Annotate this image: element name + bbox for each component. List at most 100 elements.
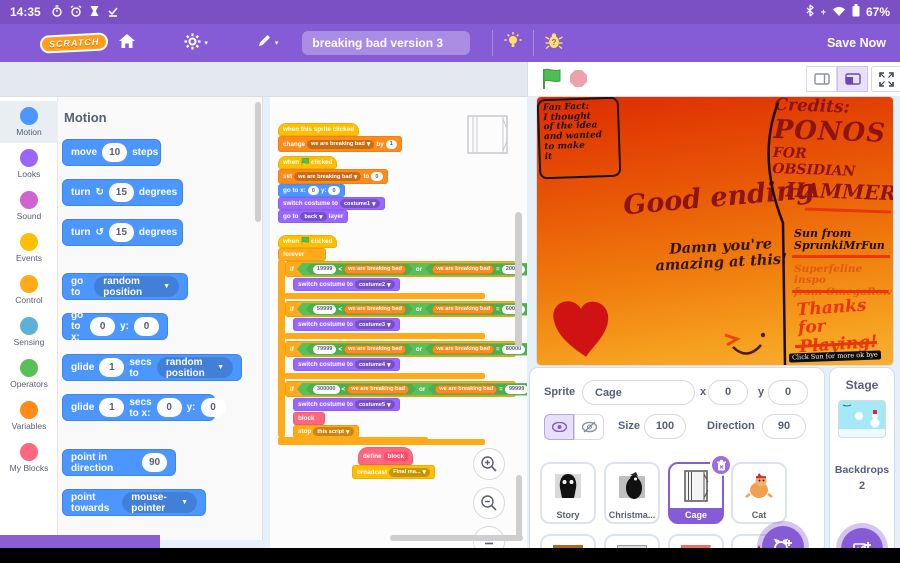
block-change-variable[interactable]: change we are breaking bad ▾ by 1	[278, 136, 402, 152]
equals-operator[interactable]: we are breaking bad = 80000	[425, 344, 527, 355]
change-by-input[interactable]: 1	[385, 139, 397, 149]
turn-cw-input[interactable]: 15	[108, 183, 134, 202]
less-than-operator[interactable]: 59999 < we are breaking bad	[306, 304, 413, 315]
x-input[interactable]: 0	[307, 186, 319, 195]
category-events[interactable]: Events	[0, 227, 58, 269]
block-if-2[interactable]: if 59999 < we are breaking bad or we are b…	[285, 301, 516, 317]
block-switch-costume[interactable]: switch costume to costume3 ▾	[293, 318, 400, 331]
block-switch-costume[interactable]: switch costume to costume4 ▾	[293, 358, 400, 371]
block-point-towards[interactable]: point towards mouse-pointer ▼	[62, 489, 206, 516]
backdrop-thumbnail[interactable]	[838, 400, 886, 438]
sprite-y-input[interactable]: 0	[768, 380, 808, 405]
stage-selector-panel[interactable]: Stage Backdrops 2	[830, 368, 894, 563]
block-switch-costume[interactable]: switch costume to costume2 ▾	[293, 278, 400, 291]
variable-pill[interactable]: we are breaking bad	[432, 345, 494, 354]
variable-dropdown[interactable]: we are breaking bad ▾	[307, 139, 375, 149]
broadcast-dropdown[interactable]: Final ma... ▾	[389, 467, 430, 477]
stage-canvas[interactable]: Fan Fact: I thought of the idea and want…	[537, 97, 893, 365]
sprite-name-input[interactable]	[582, 380, 695, 405]
or-operator[interactable]: 59999 < we are breaking bad or we are brea…	[297, 303, 527, 316]
block-set-variable[interactable]: set we are breaking bad ▾ to 0	[278, 169, 388, 184]
zoom-out-button[interactable]	[473, 487, 505, 519]
block-turn-cw[interactable]: turn ↻ 15 degrees	[62, 179, 183, 206]
block-glide[interactable]: glide 1 secs to random position ▼	[62, 354, 242, 381]
zoom-in-button[interactable]	[473, 448, 505, 480]
sprite-tile-cat[interactable]: Cat	[731, 462, 787, 524]
category-variables[interactable]: Variables	[0, 395, 58, 437]
home-button[interactable]	[108, 33, 146, 53]
category-operators[interactable]: Operators	[0, 353, 58, 395]
block-turn-ccw[interactable]: turn ↺ 15 degrees	[62, 219, 183, 246]
sprite-tile-christmas[interactable]: Christma...	[604, 462, 660, 524]
show-sprite-button[interactable]	[544, 414, 574, 440]
stage-size-large-button[interactable]	[837, 66, 868, 92]
project-title-input[interactable]	[302, 31, 471, 55]
equals-operator[interactable]: we are breaking bad = 20000	[425, 264, 527, 275]
save-now-button[interactable]: Save Now	[827, 36, 886, 50]
edit-menu-button[interactable]: ▾	[246, 33, 289, 53]
equals-operator[interactable]: we are breaking bad = 99999	[428, 384, 527, 395]
scratch-logo[interactable]: SCRATCH	[39, 32, 109, 54]
glide-secs-input[interactable]: 1	[99, 358, 125, 377]
green-flag-button[interactable]	[541, 68, 562, 95]
category-sensing[interactable]: Sensing	[0, 311, 58, 353]
sprite-tile-story[interactable]: Story	[540, 462, 596, 524]
block-goto[interactable]: go to random position ▼	[62, 273, 188, 300]
variable-pill[interactable]: we are breaking bad	[435, 385, 497, 394]
variable-pill[interactable]: we are breaking bad	[432, 265, 494, 274]
hat-when-flag-clicked[interactable]: when clicked	[278, 156, 338, 169]
glide-dropdown[interactable]: random position ▼	[156, 357, 233, 379]
block-point-direction[interactable]: point in direction 90	[62, 449, 176, 476]
variable-pill[interactable]: we are breaking bad	[347, 385, 409, 394]
block-if-3[interactable]: if 79999 < we are breaking bad or we are b…	[285, 341, 516, 357]
block-custom-call[interactable]: block	[293, 412, 325, 425]
category-control[interactable]: Control	[0, 269, 58, 311]
layer-dropdown[interactable]: back ▾	[300, 212, 327, 221]
less-than-operator[interactable]: 19999 < we are breaking bad	[306, 264, 413, 275]
block-if-4[interactable]: if 300000 < we are breaking bad or we are …	[285, 381, 516, 397]
block-if-1[interactable]: if 19999 < we are breaking bad or we are b…	[285, 261, 516, 277]
delete-sprite-button[interactable]	[710, 454, 732, 476]
block-glide-xy[interactable]: glide 1 secs to x: 0 y: 0	[62, 394, 226, 421]
costume-dropdown[interactable]: costume2 ▾	[354, 280, 395, 289]
size-input[interactable]: 100	[644, 414, 686, 439]
or-operator[interactable]: 300000 < we are breaking bad or we are bre…	[297, 383, 527, 396]
block-go-to-layer[interactable]: go to back ▾ layer	[278, 210, 349, 223]
variable-pill[interactable]: we are breaking bad	[344, 345, 406, 354]
block-forever[interactable]: forever	[278, 248, 326, 261]
block-broadcast[interactable]: broadcast Final ma... ▾	[352, 465, 435, 479]
variable-pill[interactable]: we are breaking bad	[344, 265, 406, 274]
block-switch-costume[interactable]: switch costume to costume5 ▾	[293, 398, 400, 411]
direction-input[interactable]: 90	[762, 414, 806, 439]
glide-y-input[interactable]: 0	[200, 398, 226, 417]
hide-sprite-button[interactable]	[574, 414, 604, 440]
script-vertical-scrollbar[interactable]	[515, 212, 522, 347]
hat-when-sprite-clicked[interactable]: when this sprite clicked	[278, 123, 360, 136]
stop-dropdown[interactable]: this script ▾	[313, 427, 354, 436]
costume-dropdown[interactable]: costume1 ▾	[339, 199, 380, 208]
category-looks[interactable]: Looks	[0, 143, 58, 185]
block-goto-xy[interactable]: go to x: 0 y: 0	[62, 310, 168, 343]
script-horizontal-scrollbar[interactable]	[390, 535, 523, 541]
hat-when-flag-clicked[interactable]: when clicked	[278, 235, 338, 248]
debug-button[interactable]: ?	[534, 32, 574, 54]
category-motion[interactable]: Motion	[0, 101, 58, 143]
script-workspace[interactable]: when this sprite clicked change we are b…	[270, 97, 527, 548]
costume-dropdown[interactable]: costume3 ▾	[354, 320, 395, 329]
tutorials-button[interactable]	[493, 31, 533, 55]
palette-scrollbar[interactable]	[255, 102, 261, 222]
goto-x-input[interactable]: 0	[90, 317, 116, 336]
variable-dropdown[interactable]: we are breaking bad ▾	[294, 172, 362, 181]
y-input[interactable]: 0	[328, 186, 340, 195]
goto-y-input[interactable]: 0	[134, 317, 159, 336]
glide-xy-secs-input[interactable]: 1	[99, 398, 125, 417]
script-vertical-scrollbar-lower[interactable]	[516, 475, 522, 540]
settings-menu-button[interactable]: ▾	[174, 33, 218, 54]
variable-pill[interactable]: we are breaking bad	[432, 305, 494, 314]
sprite-tile-cage[interactable]: Cage	[668, 454, 732, 524]
hat-define-block[interactable]: define block	[358, 447, 413, 465]
equals-operator[interactable]: we are breaking bad = 60000	[425, 304, 527, 315]
or-operator[interactable]: 19999 < we are breaking bad or we are brea…	[297, 263, 527, 276]
move-steps-input[interactable]: 10	[102, 143, 128, 162]
fullscreen-button[interactable]	[871, 66, 900, 92]
